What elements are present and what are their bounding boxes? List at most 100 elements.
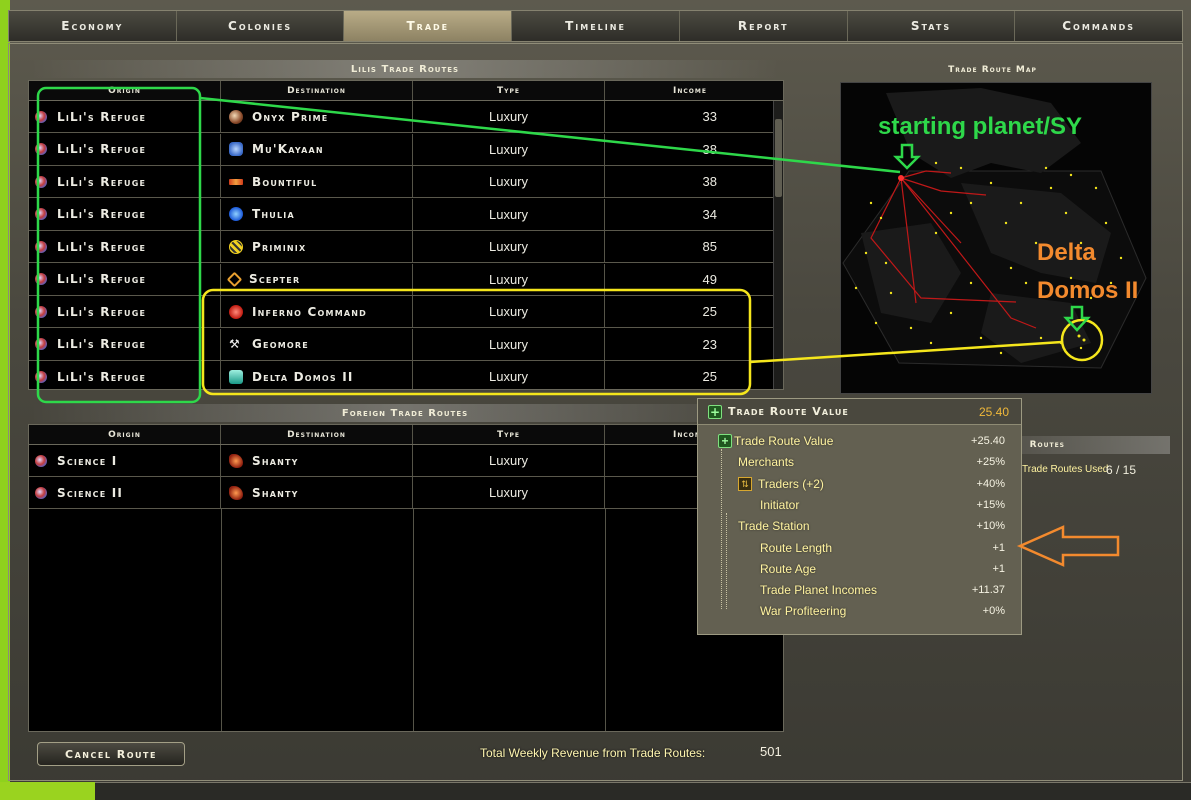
tooltip-line-value: +15%: [976, 498, 1005, 511]
origin-name: Science II: [57, 485, 124, 500]
cancel-route-button[interactable]: Cancel Route: [37, 742, 185, 766]
column-origin[interactable]: Origin: [29, 425, 221, 444]
revenue-label: Total Weekly Revenue from Trade Routes:: [480, 746, 706, 760]
trade-routes-used-value: 6 / 15: [1106, 463, 1137, 477]
table-row[interactable]: LiLi's Refuge Thulia Luxury 34: [29, 198, 783, 231]
column-destination[interactable]: Destination: [221, 81, 413, 100]
origin-cell: LiLi's Refuge: [29, 296, 221, 327]
type-cell: Luxury: [413, 263, 605, 295]
origin-cell: LiLi's Refuge: [29, 231, 221, 262]
tab-commands[interactable]: Commands: [1015, 11, 1182, 41]
table-row[interactable]: Science IShantyLuxury73: [29, 445, 783, 477]
destination-cell: Shanty: [221, 445, 413, 476]
tooltip-line: ⇅ Traders (+2): [738, 474, 824, 494]
planet-icon: [35, 486, 47, 499]
destination-name: Delta Domos II: [252, 369, 354, 384]
table-row[interactable]: LiLi's Refuge Mu'Kayaan Luxury 38: [29, 133, 783, 166]
destination-name: Onyx Prime: [252, 109, 329, 124]
tooltip-title: Trade Route Value: [728, 405, 849, 418]
column-type[interactable]: Type: [413, 425, 605, 444]
table-row[interactable]: LiLi's Refuge Bountiful Luxury 38: [29, 166, 783, 198]
table-row[interactable]: LiLi's Refuge Onyx Prime Luxury 33: [29, 101, 783, 133]
tab-stats[interactable]: Stats: [848, 11, 1016, 41]
delta-annotation-line2: Domos II: [1037, 277, 1139, 304]
destination-cell: Thulia: [221, 198, 413, 230]
planet-icon: ⚒: [229, 337, 241, 351]
planet-icon: [229, 109, 243, 124]
planet-icon: [226, 271, 243, 287]
tooltip-line: Trade Planet Incomes: [760, 580, 877, 600]
destination-name: Bountiful: [252, 174, 318, 189]
tab-timeline[interactable]: Timeline: [512, 11, 680, 41]
foreign-routes-table: Origin Destination Type Income Science I…: [28, 424, 784, 732]
type-cell: Luxury: [413, 166, 605, 197]
col-divider: [413, 509, 414, 731]
planet-icon: [229, 178, 243, 185]
origin-name: LiLi's Refuge: [57, 369, 147, 384]
destination-name: Shanty: [252, 453, 299, 468]
domestic-scrollbar[interactable]: [773, 101, 783, 389]
income-cell: 23: [702, 336, 717, 352]
tooltip-line: + Trade Route Value: [718, 431, 833, 451]
type-cell: Luxury: [413, 133, 605, 165]
column-destination[interactable]: Destination: [221, 425, 413, 444]
tooltip-line: Merchants: [738, 452, 794, 472]
type-cell: Luxury: [413, 445, 605, 476]
revenue-value: 501: [760, 744, 782, 759]
table-row[interactable]: LiLi's Refuge Scepter Luxury 49: [29, 263, 783, 296]
tooltip-line-value: +10%: [976, 520, 1005, 533]
planet-icon: [35, 338, 47, 350]
destination-cell: ⚒ Geomore: [221, 328, 413, 360]
tooltip-line-label: War Profiteering: [760, 604, 847, 619]
destination-name: Priminix: [252, 239, 307, 254]
table-row[interactable]: LiLi's Refuge Delta Domos II Luxury 25: [29, 361, 783, 389]
tooltip-line-label: Route Length: [760, 540, 833, 555]
destination-cell: Onyx Prime: [221, 101, 413, 132]
destination-cell: Priminix: [221, 231, 413, 262]
planet-icon: [229, 207, 243, 221]
traders-icon: ⇅: [738, 476, 752, 491]
column-income[interactable]: Income: [605, 81, 775, 100]
origin-name: LiLi's Refuge: [57, 142, 147, 156]
income-cell: 25: [702, 304, 717, 319]
table-row[interactable]: LiLi's Refuge Priminix Luxury 85: [29, 231, 783, 263]
origin-cell: LiLi's Refuge: [29, 361, 221, 389]
domestic-routes-table: Origin Destination Type Income LiLi's Re…: [28, 80, 784, 390]
planet-icon: [35, 208, 47, 220]
planet-icon: [35, 175, 47, 188]
starting-planet-marker[interactable]: [898, 175, 904, 181]
origin-cell: LiLi's Refuge: [29, 263, 221, 295]
tooltip-line-value: +25.40: [971, 435, 1005, 447]
type-cell: Luxury: [413, 328, 605, 360]
column-origin[interactable]: Origin: [29, 81, 221, 100]
destination-name: Thulia: [252, 207, 295, 221]
type-cell: Luxury: [413, 296, 605, 327]
type-cell: Luxury: [413, 198, 605, 230]
foreign-routes-title: Foreign Trade Routes: [30, 404, 780, 422]
table-row[interactable]: LiLi's Refuge Inferno Command Luxury 25: [29, 296, 783, 328]
planet-icon: [229, 369, 243, 384]
table-row[interactable]: Science IIShantyLuxury72: [29, 477, 783, 509]
domestic-scroll-thumb[interactable]: [775, 119, 782, 197]
planet-icon: [35, 370, 47, 383]
tooltip-line-label: Merchants: [738, 455, 795, 470]
delta-annotation-line1: Delta: [1037, 239, 1096, 266]
tab-report[interactable]: Report: [680, 11, 848, 41]
income-cell: 38: [702, 174, 717, 189]
origin-cell: LiLi's Refuge: [29, 328, 221, 360]
tab-economy[interactable]: Economy: [9, 11, 177, 41]
tab-trade[interactable]: Trade: [344, 11, 513, 41]
origin-name: LiLi's Refuge: [57, 239, 147, 254]
destination-cell: Scepter: [221, 263, 413, 295]
destination-name: Mu'Kayaan: [252, 142, 324, 156]
column-type[interactable]: Type: [413, 81, 605, 100]
tooltip-line-value: +11.37: [971, 584, 1005, 597]
tree-connector: [721, 449, 722, 609]
tooltip-line-label: Initiator: [760, 497, 800, 512]
plus-icon: +: [708, 404, 722, 419]
origin-name: LiLi's Refuge: [57, 207, 147, 221]
tab-colonies[interactable]: Colonies: [177, 11, 345, 41]
planet-icon: [229, 304, 243, 319]
table-row[interactable]: LiLi's Refuge ⚒ Geomore Luxury 23: [29, 328, 783, 361]
tooltip-line: Route Length: [760, 538, 832, 558]
